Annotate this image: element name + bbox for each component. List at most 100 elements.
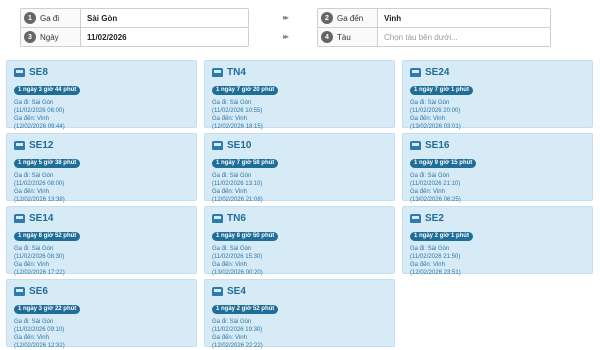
train-card[interactable]: TN6 1 ngày 8 giờ 50 phút Ga đi: Sài Gòn (11… [204,206,395,276]
arrival-station: Ga đến: Vinh [212,335,247,341]
departure-station: Ga đi: Sài Gòn [212,319,252,325]
duration-badge: 1 ngày 8 giờ 50 phút [212,232,279,241]
arrival-time: (12/02/2026 21:08) [212,197,263,203]
train-name: SE4 [212,285,387,297]
step-1-badge: 1 [24,12,36,24]
train-name: SE14 [14,212,189,224]
search-form: 1 Ga đi Sài Gòn 3 Ngày 11/02/2026 ▸▸ ▸▸ 2G… [0,0,600,52]
train-icon [14,67,25,77]
departure-station: Ga đi: Sài Gòn [14,100,54,106]
departure-station: Ga đi: Sài Gòn [212,173,252,179]
train-code: SE4 [227,285,246,297]
train-card[interactable]: SE4 1 ngày 2 giờ 52 phút Ga đi: Sài Gòn (11… [204,279,395,349]
train-name: SE10 [212,139,387,151]
date-label-text: Ngày [40,32,59,42]
train-select-placeholder[interactable]: Chọn tàu bên dưới... [378,28,550,46]
duration-badge: 1 ngày 7 giờ 20 phút [212,86,279,95]
train-code: SE8 [29,66,48,78]
train-icon [410,140,421,150]
train-code: SE24 [425,66,450,78]
step-2-badge: 2 [321,12,333,24]
train-card[interactable]: SE24 1 ngày 7 giờ 1 phút Ga đi: Sài Gòn (11… [402,60,593,130]
train-code: SE16 [425,139,450,151]
duration-badge: 1 ngày 7 giờ 58 phút [212,159,279,168]
departure-time: (11/02/2026 21:50) [410,254,461,260]
departure-time: (11/02/2026 19:30) [212,327,263,333]
train-icon [14,213,25,223]
arrival-station: Ga đến: Vinh [14,335,49,341]
train-card[interactable]: SE12 1 ngày 5 giờ 38 phút Ga đi: Sài Gòn (1… [6,133,197,203]
from-station-label: 1 Ga đi [21,9,81,27]
train-icon [212,286,223,296]
train-icon [212,140,223,150]
departure-time: (11/02/2026 13:10) [212,181,263,187]
date-label: 3 Ngày [21,28,81,46]
departure-station: Ga đi: Sài Gòn [14,173,54,179]
arrival-time: (13/02/2026 03:01) [410,124,461,130]
train-card[interactable]: TN4 1 ngày 7 giờ 20 phút Ga đi: Sài Gòn (11… [204,60,395,130]
to-station-field[interactable]: 2 Ga đến Vinh [317,8,551,28]
date-field[interactable]: 3 Ngày 11/02/2026 [20,27,249,47]
train-icon [212,67,223,77]
departure-station: Ga đi: Sài Gòn [410,173,450,179]
forward-arrow-icon: ▸▸ [283,13,289,22]
train-name: SE8 [14,66,189,78]
departure-time: (11/02/2026 06:00) [14,108,65,114]
arrival-station: Ga đến: Vinh [212,262,247,268]
train-code: SE14 [29,212,54,224]
train-card[interactable]: SE6 1 ngày 3 giờ 22 phút Ga đi: Sài Gòn (11… [6,279,197,349]
duration-badge: 1 ngày 8 giờ 52 phút [14,232,81,241]
date-value[interactable]: 11/02/2026 [81,28,248,46]
train-field[interactable]: 4 Tàu Chọn tàu bên dưới... [317,27,551,47]
from-station-value[interactable]: Sài Gòn [81,9,248,27]
from-station-label-text: Ga đi [40,13,60,23]
train-card[interactable]: SE10 1 ngày 7 giờ 58 phút Ga đi: Sài Gòn (1… [204,133,395,203]
step-3-badge: 3 [24,31,36,43]
arrival-time: (12/02/2026 22:22) [212,343,263,349]
departure-time: (11/02/2026 15:30) [212,254,263,260]
duration-badge: 1 ngày 3 giờ 44 phút [14,86,81,95]
duration-badge: 1 ngày 2 giờ 1 phút [410,232,473,241]
departure-station: Ga đi: Sài Gòn [212,246,252,252]
step-4-badge: 4 [321,31,333,43]
train-code: TN6 [227,212,246,224]
train-name: TN4 [212,66,387,78]
train-icon [410,213,421,223]
train-code: TN4 [227,66,246,78]
from-station-field[interactable]: 1 Ga đi Sài Gòn [20,8,249,28]
train-name: SE12 [14,139,189,151]
train-name: SE24 [410,66,585,78]
arrival-station: Ga đến: Vinh [14,189,49,195]
to-station-value[interactable]: Vinh [378,9,550,27]
train-icon [14,140,25,150]
arrival-time: (12/02/2026 18:15) [212,124,263,130]
train-card[interactable]: SE14 1 ngày 8 giờ 52 phút Ga đi: Sài Gòn (1… [6,206,197,276]
train-card[interactable]: SE2 1 ngày 2 giờ 1 phút Ga đi: Sài Gòn (11/… [402,206,593,276]
departure-station: Ga đi: Sài Gòn [212,100,252,106]
duration-badge: 1 ngày 7 giờ 1 phút [410,86,473,95]
train-name: SE6 [14,285,189,297]
arrival-station: Ga đến: Vinh [212,116,247,122]
departure-time: (11/02/2026 21:10) [410,181,461,187]
to-station-label-text: Ga đến [337,13,364,23]
train-card[interactable]: SE8 1 ngày 3 giờ 44 phút Ga đi: Sài Gòn (11… [6,60,197,130]
train-name: TN6 [212,212,387,224]
train-icon [212,213,223,223]
arrival-time: (12/02/2026 13:38) [14,197,65,203]
arrival-time: (12/02/2026 12:32) [14,343,65,349]
train-code: SE6 [29,285,48,297]
forward-arrow-icon-2: ▸▸ [283,32,289,41]
arrival-time: (13/02/2026 06:25) [410,197,461,203]
departure-time: (11/02/2026 10:55) [212,108,263,114]
arrival-time: (12/02/2026 09:44) [14,124,65,130]
train-name: SE16 [410,139,585,151]
train-code: SE10 [227,139,252,151]
departure-station: Ga đi: Sài Gòn [410,246,450,252]
arrival-station: Ga đến: Vinh [14,262,49,268]
arrival-station: Ga đến: Vinh [410,116,445,122]
to-station-label: 2 Ga đến [318,9,378,27]
train-card[interactable]: SE16 1 ngày 9 giờ 15 phút Ga đi: Sài Gòn (1… [402,133,593,203]
arrival-time: (13/02/2026 00:20) [212,270,263,276]
duration-badge: 1 ngày 2 giờ 52 phút [212,305,279,314]
arrival-time: (12/02/2026 23:51) [410,270,461,276]
